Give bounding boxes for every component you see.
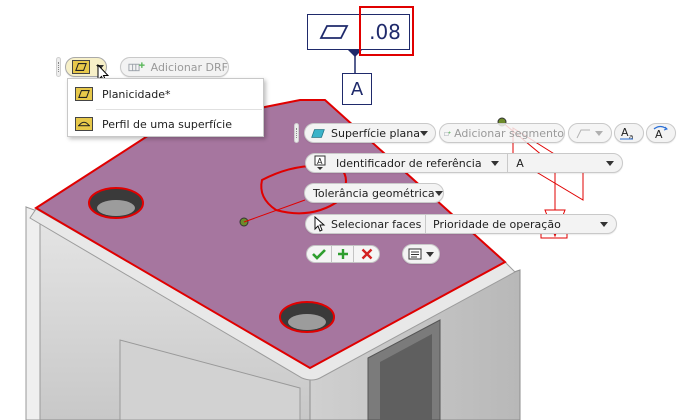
apply-button[interactable] [332, 245, 354, 263]
add-drf-label: Adicionar DRF [150, 60, 228, 74]
geometric-tolerance-dropdown[interactable]: Tolerância geométrica [304, 183, 444, 203]
svg-text:A: A [621, 126, 629, 139]
list-options-icon [408, 248, 422, 260]
menu-item-flatness-label: Planicidade* [102, 87, 171, 101]
add-drf-button[interactable]: Adicionar DRF [120, 57, 229, 77]
symbol-dropdown-menu: Planicidade* Perfil de uma superfície [67, 78, 264, 137]
chevron-down-icon [434, 190, 443, 196]
svg-text:A: A [655, 128, 663, 141]
surface-type-dropdown[interactable]: Superfície plana [304, 123, 436, 143]
menu-item-flatness[interactable]: Planicidade* [68, 81, 263, 107]
text-style-icon: A a [620, 126, 633, 141]
hole-left-inner [97, 200, 135, 216]
toolbar-grip-main[interactable] [294, 123, 299, 143]
chevron-down-icon [600, 221, 608, 227]
flatness-icon [72, 87, 96, 101]
chevron-down-icon [606, 160, 614, 166]
text-edit-icon: A [653, 125, 668, 141]
datum-identifier-icon: A [314, 155, 326, 170]
svg-text:A: A [317, 157, 323, 166]
select-faces-group: Selecionar faces Prioridade de operação [305, 214, 617, 234]
surface-profile-icon [72, 117, 96, 131]
add-drf-icon [128, 62, 145, 72]
chevron-down-icon [420, 130, 428, 136]
close-icon [361, 248, 372, 260]
chevron-down-icon [595, 130, 603, 136]
plus-icon [337, 249, 348, 259]
cursor-select-icon [314, 216, 326, 232]
cancel-button[interactable] [354, 245, 380, 263]
surface-type-label: Superfície plana [330, 126, 420, 140]
chevron-down-icon [426, 251, 434, 257]
options-dropdown[interactable] [402, 244, 440, 264]
operation-priority-label[interactable]: Prioridade de operação [426, 218, 561, 231]
datum-identifier-dropdown[interactable]: A Identificador de referência A [305, 153, 623, 173]
flat-surface-icon [311, 128, 325, 138]
ok-button[interactable] [306, 245, 332, 263]
leader-style-icon [576, 129, 590, 139]
menu-item-surface-profile-label: Perfil de uma superfície [102, 117, 232, 131]
geometric-tolerance-label: Tolerância geométrica [313, 186, 435, 200]
datum-identifier-label: Identificador de referência [336, 156, 482, 170]
leader-style-dropdown[interactable] [568, 123, 612, 143]
text-edit-button[interactable]: A [646, 123, 676, 143]
hole-right-inner [288, 314, 326, 330]
toolbar-grip-top[interactable] [56, 57, 61, 77]
datum-identifier-value: A [516, 156, 524, 170]
datum-label-box[interactable]: A [342, 73, 372, 105]
checkmark-icon [312, 249, 326, 260]
add-segment-label: Adicionar segmento [454, 126, 564, 140]
add-segment-icon [444, 130, 451, 136]
flatness-icon [72, 60, 90, 74]
datum-letter: A [350, 78, 364, 100]
add-segment-button[interactable]: Adicionar segmento [439, 123, 565, 143]
fcf-symbol-cell[interactable] [307, 14, 361, 50]
chevron-down-icon [491, 160, 500, 166]
select-faces-button[interactable]: Selecionar faces [327, 218, 425, 231]
menu-item-surface-profile[interactable]: Perfil de uma superfície [68, 111, 263, 137]
menu-divider [96, 109, 262, 110]
svg-text:a: a [629, 133, 633, 141]
fcf-tolerance-highlight [359, 6, 414, 56]
flatness-icon [319, 25, 349, 39]
action-buttons-group [306, 245, 380, 263]
part-left-edge [25, 206, 41, 420]
text-style-button[interactable]: A a [614, 123, 644, 143]
